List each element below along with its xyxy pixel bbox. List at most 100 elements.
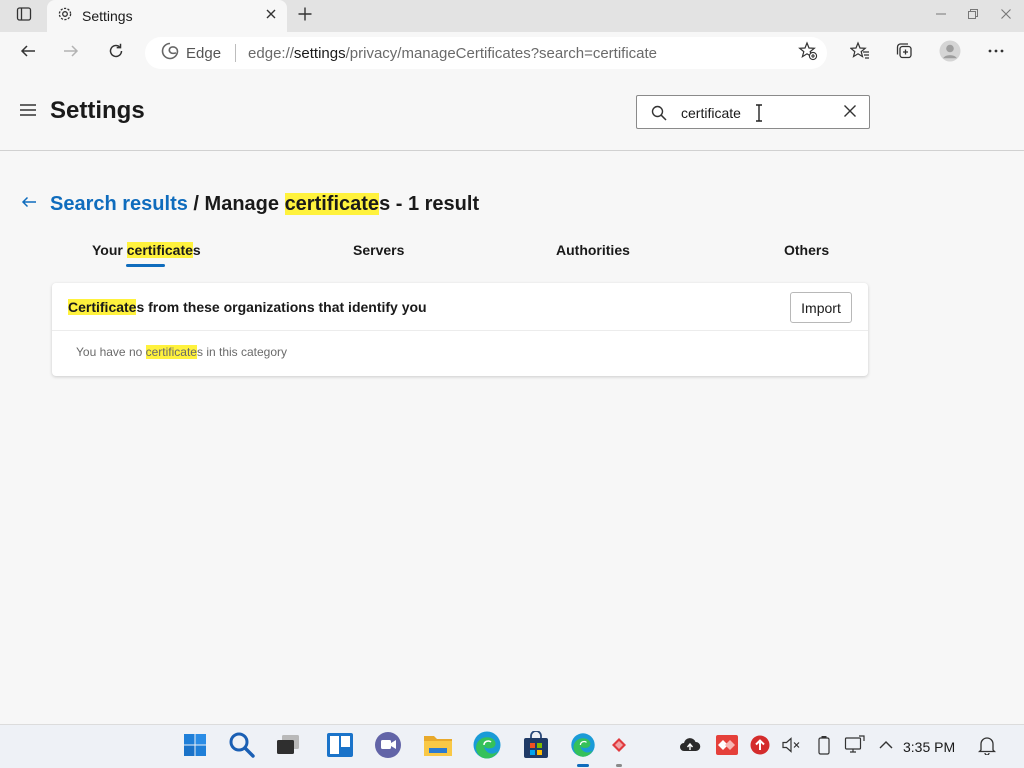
profile-button[interactable] [934,37,966,69]
import-button[interactable]: Import [790,292,852,323]
forward-button[interactable] [55,37,87,69]
tab-label: Authorities [556,242,630,258]
taskbar-search-button[interactable] [224,729,260,765]
back-to-search-results-button[interactable] [16,191,42,217]
star-add-icon [798,41,818,65]
tab-authorities[interactable]: Authorities [556,242,630,272]
selected-tab-indicator [126,264,165,267]
notifications-button[interactable] [976,735,998,759]
search-results-link[interactable]: Search results [50,193,188,215]
tab-label-suffix: s [192,242,201,258]
hamburger-icon [19,103,37,122]
edge-logo-icon [161,42,179,64]
windows-start-icon [183,733,207,762]
tab-label-prefix: Your [92,242,127,258]
settings-search-box[interactable] [636,95,870,129]
minimize-icon [935,7,947,25]
collections-button[interactable] [888,37,920,69]
running-app-indicator [616,764,622,767]
empty-suffix: s in this category [196,345,288,359]
certificate-tabs: Your certificates Servers Authorities Ot… [52,242,868,272]
file-explorer-button[interactable] [420,729,456,765]
start-button[interactable] [177,729,213,765]
window-close-button[interactable] [991,4,1021,28]
tray-cloud-sync[interactable] [679,735,701,759]
browser-tab-settings[interactable]: Settings [47,0,287,32]
clear-search-button[interactable] [839,102,861,124]
tab-actions-menu-button[interactable] [8,4,40,28]
favorites-button[interactable] [844,37,876,69]
taskbar-clock[interactable]: 3:35 PM [903,739,955,755]
arrow-left-icon [19,42,37,65]
edge-icon [570,732,596,763]
back-button[interactable] [12,37,44,69]
widgets-button[interactable] [322,729,358,765]
close-icon [265,7,277,25]
tray-display[interactable] [844,734,866,760]
refresh-button[interactable] [100,37,132,69]
edge-taskbar-button[interactable] [469,729,505,765]
text-cursor-icon [756,104,762,122]
edge-icon [472,730,502,765]
navigation-bar: Edge edge://settings/privacy/manageCerti… [0,32,1024,74]
store-button[interactable] [518,729,554,765]
add-favorite-button[interactable] [795,41,821,65]
site-info-chip[interactable]: Edge [161,42,221,64]
minimize-button[interactable] [926,4,956,28]
tab-label: Servers [353,242,405,258]
new-tab-button[interactable] [291,4,319,28]
taskbar: 3:35 PM [0,724,1024,768]
display-icon [844,734,866,760]
tray-update[interactable] [749,735,771,759]
microsoft-store-icon [522,729,550,764]
speaker-muted-icon [781,736,801,759]
more-dots-icon [987,42,1005,65]
tab-actions-icon [16,6,32,27]
tray-volume[interactable] [780,735,802,759]
search-icon [649,103,669,123]
tab-others[interactable]: Others [784,242,829,272]
refresh-icon [107,42,125,65]
gear-icon [57,6,73,27]
tab-close-button[interactable] [261,6,281,26]
address-divider [235,44,237,62]
empty-highlight: certificate [145,345,197,359]
search-icon [228,731,256,764]
tray-anydesk[interactable] [716,734,738,760]
url-text[interactable]: edge://settings/privacy/manageCertificat… [248,45,657,62]
battery-icon [817,735,831,760]
collections-icon [894,41,914,66]
app-icon [609,735,629,760]
task-view-icon [275,733,301,762]
restore-button[interactable] [958,4,988,28]
task-view-button[interactable] [270,729,306,765]
active-app-indicator [577,764,589,767]
pinned-app-button[interactable] [601,729,637,767]
page-title: Settings [50,97,145,124]
settings-menu-button[interactable] [16,100,40,124]
address-bar[interactable]: Edge edge://settings/privacy/manageCerti… [145,37,827,69]
avatar [939,40,961,67]
tray-battery[interactable] [813,735,835,759]
settings-and-more-button[interactable] [980,37,1012,69]
arrow-left-icon [20,193,38,216]
url-scheme: edge:// [248,44,294,62]
teams-chat-button[interactable] [370,729,406,765]
teams-chat-icon [373,731,403,764]
show-hidden-icons-button[interactable] [875,735,897,759]
cloud-sync-icon [679,736,701,759]
url-path: /privacy/manageCertificates?search=certi… [345,44,658,62]
breadcrumb-separator: / Manage [187,192,285,215]
empty-state-message: You have no certificates in this categor… [76,345,287,359]
settings-header: Settings [0,74,1024,151]
file-explorer-icon [423,732,453,763]
certificates-card: Certificates from these organizations th… [52,283,868,376]
tab-your-certificates[interactable]: Your certificates [92,242,201,272]
tab-servers[interactable]: Servers [353,242,404,272]
anydesk-icon [716,734,738,760]
close-icon [843,104,857,123]
tab-strip: Settings [0,0,1024,32]
notifications-bell-icon [977,735,997,760]
plus-icon [297,6,313,27]
edge-active-taskbar-button[interactable] [565,729,601,767]
